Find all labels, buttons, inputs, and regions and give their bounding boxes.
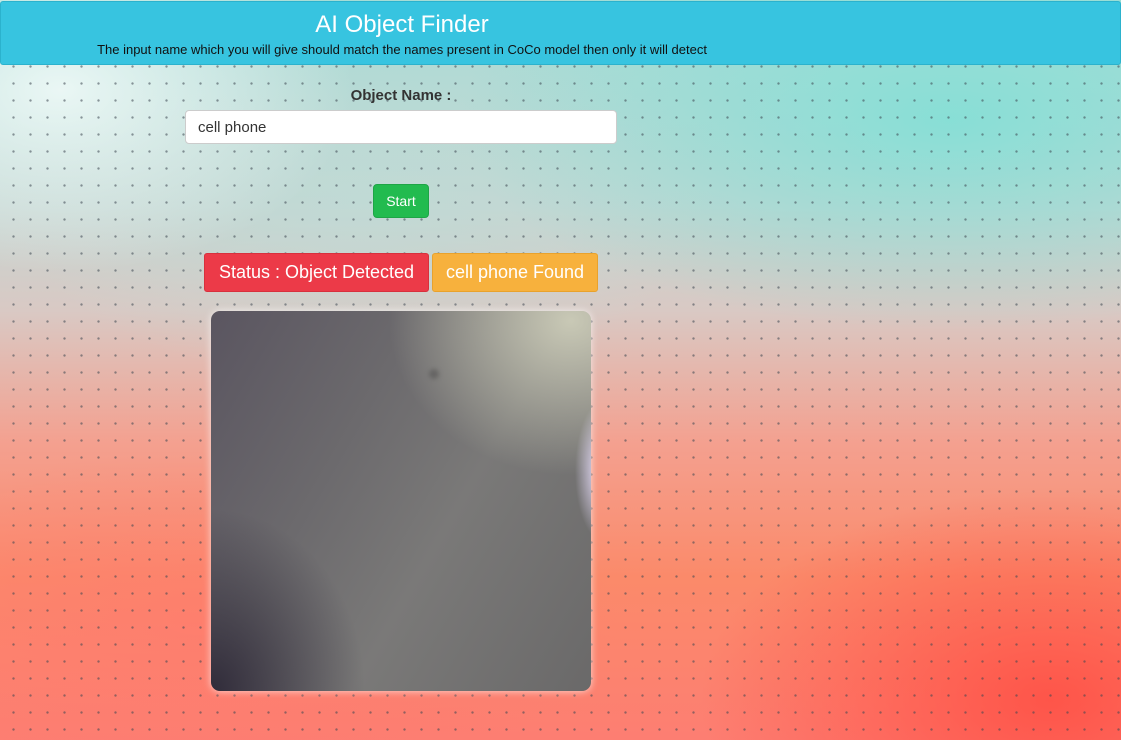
app-header: AI Object Finder The input name which yo…: [0, 1, 1121, 65]
status-badge: Status : Object Detected: [204, 253, 429, 292]
start-button[interactable]: Start: [373, 184, 429, 218]
webcam-video-feed: [211, 311, 591, 691]
page-title: AI Object Finder: [315, 11, 489, 38]
video-spot: [429, 369, 439, 379]
page-subtitle: The input name which you will give shoul…: [97, 42, 707, 57]
object-name-label: Object Name :: [350, 87, 452, 104]
object-name-input[interactable]: [185, 110, 617, 144]
found-badge: cell phone Found: [432, 253, 598, 292]
